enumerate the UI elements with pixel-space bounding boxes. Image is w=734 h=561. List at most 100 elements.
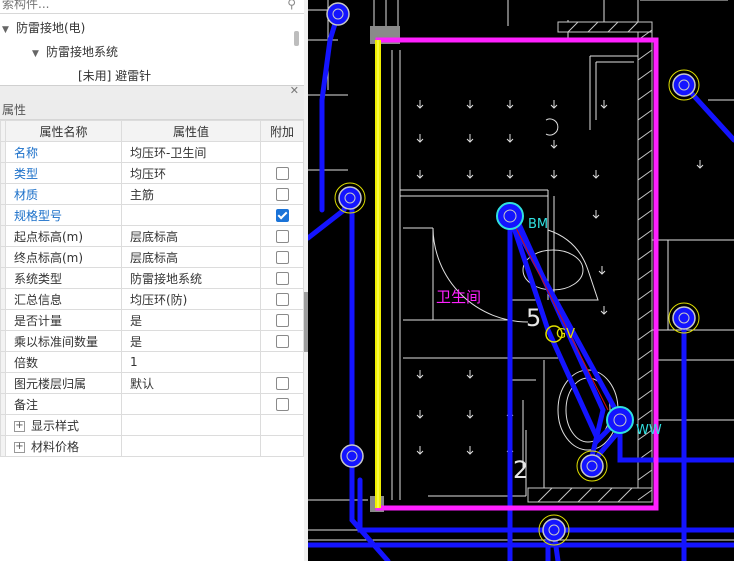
table-row[interactable]: 名称 均压环-卫生间 — [0, 141, 304, 163]
table-row[interactable]: 起点标高(m) 层底标高 — [0, 225, 304, 247]
extra-cell — [260, 288, 304, 310]
property-value[interactable]: 均压环 — [121, 162, 261, 184]
property-value[interactable] — [121, 414, 261, 436]
cad-canvas[interactable]: 卫生间 BM 5 GV 2 WW — [308, 0, 734, 561]
property-name: 名称 — [5, 141, 122, 163]
property-value[interactable]: 均压环(防) — [121, 288, 261, 310]
property-name: 乘以标准间数量 — [5, 330, 122, 352]
extra-cell — [260, 414, 304, 436]
extra-checkbox[interactable] — [275, 377, 289, 390]
property-name: 图元楼层归属 — [5, 372, 122, 394]
property-value[interactable]: 是 — [121, 330, 261, 352]
close-icon[interactable]: ✕ — [290, 84, 299, 97]
property-name-text: 显示样式 — [31, 418, 80, 433]
extra-cell — [260, 435, 304, 457]
expand-icon[interactable]: + — [14, 420, 25, 432]
property-name: 系统类型 — [5, 267, 122, 289]
extra-checkbox[interactable] — [275, 209, 289, 222]
property-value[interactable] — [121, 435, 261, 457]
property-name-text: 材质 — [14, 187, 39, 202]
search-icon[interactable]: ⚲ — [287, 0, 296, 11]
property-value[interactable]: 层底标高 — [121, 246, 261, 268]
property-name: 倍数 — [5, 351, 122, 373]
tree-item-unused-rod[interactable]: [未用] 避雷针 — [78, 65, 151, 84]
extra-checkbox[interactable] — [275, 188, 289, 201]
table-row[interactable]: 汇总信息 均压环(防) — [0, 288, 304, 310]
property-name: 终点标高(m) — [5, 246, 122, 268]
property-value[interactable] — [121, 393, 261, 415]
arrow-marks — [416, 100, 704, 455]
table-row[interactable]: 材质 主筋 — [0, 183, 304, 205]
property-name-text: 起点标高(m) — [14, 229, 84, 244]
table-row[interactable]: 类型 均压环 — [0, 162, 304, 184]
property-name-text: 名称 — [14, 145, 39, 160]
drawing[interactable]: 卫生间 BM 5 GV 2 WW — [308, 0, 734, 561]
gv-label: GV — [556, 327, 575, 342]
property-value[interactable]: 防雷接地系统 — [121, 267, 261, 289]
extra-cell — [260, 351, 304, 373]
extra-checkbox[interactable] — [275, 314, 289, 327]
property-name: 备注 — [5, 393, 122, 415]
property-name-text: 备注 — [14, 397, 39, 412]
chevron-down-icon[interactable]: ▼ — [32, 43, 46, 65]
tree-item-label: 防雷接地系统 — [46, 45, 119, 59]
property-name-text: 材料价格 — [31, 439, 80, 454]
extra-cell — [260, 309, 304, 331]
property-name-text: 乘以标准间数量 — [14, 334, 99, 349]
property-name-text: 图元楼层归属 — [14, 376, 87, 391]
property-name-text: 倍数 — [14, 355, 39, 370]
property-name: 规格型号 — [5, 204, 122, 226]
table-header-row: 属性名称 属性值 附加 — [0, 120, 304, 142]
property-table: 属性名称 属性值 附加 名称 均压环-卫生间 类型 均压环 材质 主筋 规格型号 起点标高(m… — [0, 120, 304, 457]
property-name-text: 是否计量 — [14, 313, 63, 328]
extra-checkbox[interactable] — [275, 335, 289, 348]
table-row[interactable]: 备注 — [0, 393, 304, 415]
bm-label: BM — [528, 217, 548, 232]
table-row[interactable]: + 材料价格 — [0, 435, 304, 457]
extra-cell — [260, 162, 304, 184]
num2-label: 2 — [513, 456, 528, 484]
table-row[interactable]: 是否计量 是 — [0, 309, 304, 331]
tree-item-label: 防雷接地(电) — [16, 21, 86, 35]
table-row[interactable]: 终点标高(m) 层底标高 — [0, 246, 304, 268]
component-tree: ▼ 防雷接地(电) ▼ 防雷接地系统 [未用] 避雷针 — [0, 14, 304, 84]
extra-checkbox[interactable] — [275, 293, 289, 306]
table-row[interactable]: 规格型号 — [0, 204, 304, 226]
tree-item-lightning-system[interactable]: ▼ 防雷接地系统 — [32, 41, 118, 63]
extra-cell — [260, 393, 304, 415]
table-row[interactable]: 倍数 1 — [0, 351, 304, 373]
table-row[interactable]: 系统类型 防雷接地系统 — [0, 267, 304, 289]
tree-item-label: [未用] 避雷针 — [78, 69, 152, 83]
property-name: 是否计量 — [5, 309, 122, 331]
extra-checkbox[interactable] — [275, 251, 289, 264]
tree-scrollbar[interactable] — [294, 31, 299, 46]
panel-title: 属性 — [0, 100, 304, 120]
extra-checkbox[interactable] — [275, 398, 289, 411]
property-value[interactable]: 均压环-卫生间 — [121, 141, 261, 163]
property-name: 汇总信息 — [5, 288, 122, 310]
ww-label: WW — [636, 423, 662, 438]
table-row[interactable]: 乘以标准间数量 是 — [0, 330, 304, 352]
extra-cell — [260, 225, 304, 247]
search-input[interactable] — [2, 0, 272, 12]
extra-checkbox[interactable] — [275, 230, 289, 243]
property-value[interactable]: 1 — [121, 351, 261, 373]
extra-checkbox[interactable] — [275, 272, 289, 285]
property-name: 起点标高(m) — [5, 225, 122, 247]
room-label: 卫生间 — [436, 288, 481, 306]
property-name-text: 系统类型 — [14, 271, 63, 286]
extra-checkbox[interactable] — [275, 167, 289, 180]
property-value[interactable] — [121, 204, 261, 226]
property-value[interactable]: 是 — [121, 309, 261, 331]
tree-item-lightning-grounding[interactable]: ▼ 防雷接地(电) — [2, 17, 85, 39]
property-value[interactable]: 默认 — [121, 372, 261, 394]
expand-icon[interactable]: + — [14, 441, 25, 453]
table-row[interactable]: 图元楼层归属 默认 — [0, 372, 304, 394]
chevron-down-icon[interactable]: ▼ — [2, 19, 16, 41]
extra-cell — [260, 204, 304, 226]
property-value[interactable]: 层底标高 — [121, 225, 261, 247]
column-header-value: 属性值 — [121, 120, 261, 142]
property-value[interactable]: 主筋 — [121, 183, 261, 205]
panel-header-strip — [0, 85, 304, 100]
table-row[interactable]: + 显示样式 — [0, 414, 304, 436]
